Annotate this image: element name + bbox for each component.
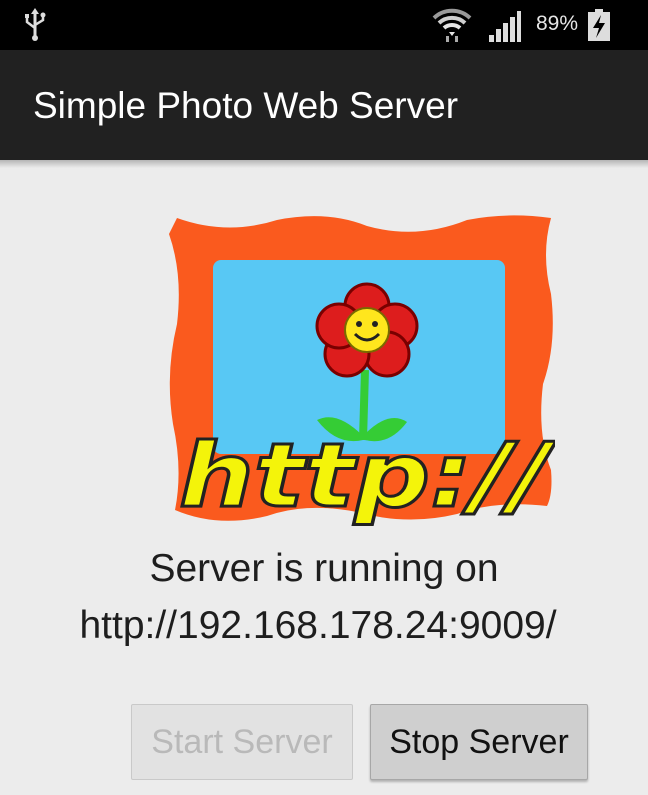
flower-eye-right <box>372 321 378 327</box>
stop-server-button[interactable]: Stop Server <box>370 704 588 780</box>
usb-icon <box>25 8 46 41</box>
action-bar: Simple Photo Web Server <box>0 50 648 160</box>
status-bar: 89% <box>0 0 648 50</box>
flower-face <box>344 307 390 353</box>
wifi-icon <box>432 8 472 42</box>
battery-percent: 89% <box>536 12 579 35</box>
server-url: http://192.168.178.24:9009/ <box>79 604 557 647</box>
action-bar-shadow <box>0 160 648 168</box>
app-title: Simple Photo Web Server <box>33 85 459 126</box>
logo-http-caption: http:// <box>179 424 555 527</box>
flower-eye-left <box>356 321 362 327</box>
cellular-signal-icon <box>489 11 521 42</box>
server-status-label: Server is running on <box>149 547 499 590</box>
start-server-button[interactable]: Start Server <box>131 704 353 780</box>
battery-charging-icon <box>588 9 610 41</box>
photo-frame-flower-logo: http:// <box>169 215 555 529</box>
